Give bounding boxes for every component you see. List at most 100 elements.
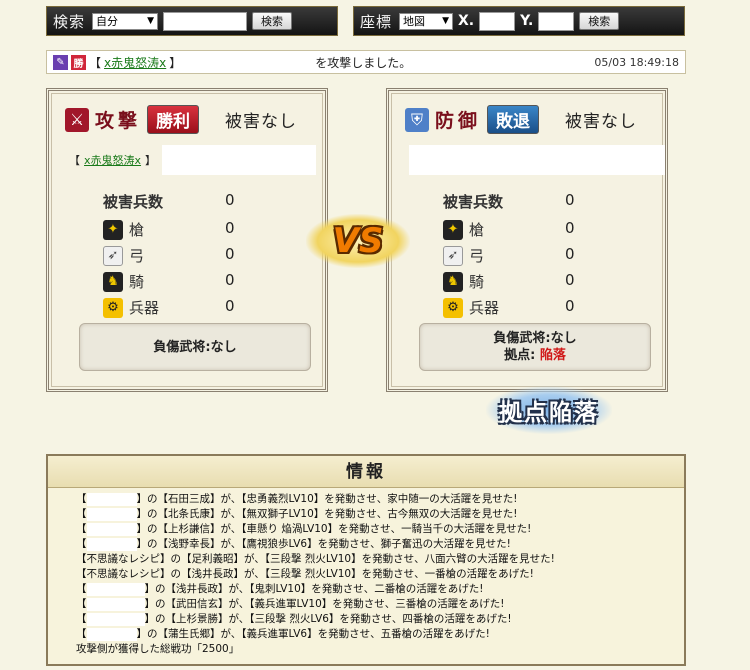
- chevron-down-icon: ▼: [147, 16, 155, 26]
- y-coordinate-input[interactable]: [538, 11, 575, 31]
- info-log-text: の【上杉景勝】が、【三段撃 烈火LV6】を発動させ、四番槍の活躍をあげた!: [155, 613, 512, 625]
- bracket-close: 】: [144, 598, 156, 610]
- crossed-swords-icon: ⚔: [65, 107, 89, 132]
- bracket-open: 【: [76, 493, 87, 505]
- unit-label: 弓: [129, 247, 145, 265]
- bracket-open: 【: [76, 583, 87, 595]
- siege-icon: ⚙: [103, 297, 123, 318]
- search-scope-value: 自分: [96, 15, 119, 28]
- bracket-open: 【: [76, 598, 87, 610]
- bracket-close: 】: [136, 523, 148, 535]
- defender-result-badge: 敗退: [487, 105, 540, 134]
- base-captured-stamp: 拠点陥落: [486, 386, 612, 434]
- unit-label: 弓: [469, 247, 485, 265]
- search-scope-select[interactable]: 自分 ▼: [92, 12, 159, 30]
- info-log-line: 【不思議なレシピ】の【浅井長政】が、【三段撃 烈火LV10】を発動させ、一番槍の…: [76, 567, 684, 582]
- info-log-line: 【 】の【石田三成】が、【忠勇義烈LV10】を発動させ、家中随一の大活躍を見せた!: [76, 492, 684, 507]
- attacker-damage-status: 被害なし: [225, 112, 298, 132]
- bracket-close: 】: [144, 613, 156, 625]
- x-coordinate-input[interactable]: [479, 11, 516, 31]
- info-log-line: 【不思議なレシピ】の【足利義昭】が、【三段撃 烈火LV10】を発動させ、八面六臂…: [76, 552, 684, 567]
- shield-icon: ⛨: [405, 107, 429, 132]
- info-player-name: [86, 492, 137, 506]
- attacker-name-link[interactable]: x赤鬼怒涛x: [84, 152, 141, 168]
- info-player-name: [86, 537, 137, 551]
- horse-icon: ♞: [103, 271, 123, 292]
- bracket-close: 】: [136, 628, 148, 640]
- info-log-text: の【浅野幸長】が、【鷹視狼歩LV6】を発動させ、獅子奮迅の大活躍を見せた!: [147, 538, 511, 550]
- info-player-name: [86, 612, 145, 626]
- info-log-line: 【 】の【蒲生氏郷】が、【義兵進軍LV6】を発動させ、五番槍の活躍をあげた!: [76, 627, 684, 642]
- info-log-text: の【武田信玄】が、【義兵進軍LV10】を発動させ、三番槍の活躍をあげた!: [155, 598, 505, 610]
- bracket-open: 【: [76, 553, 87, 565]
- info-log-line: 【 】の【上杉謙信】が、【車懸り 焔渦LV10】を発動させ、一騎当千の大活躍を見せ…: [76, 522, 684, 537]
- info-log-text: の【上杉謙信】が、【車懸り 焔渦LV10】を発動させ、一騎当千の大活躍を見せた!: [147, 523, 532, 535]
- coordinate-search-button[interactable]: 検索: [579, 12, 620, 30]
- unit-label: 槍: [469, 221, 485, 239]
- attacker-cavalry-row: ♞ 騎: [103, 271, 144, 292]
- bracket-close: 】: [160, 553, 171, 565]
- defender-cavalry-row: ♞ 騎: [443, 271, 484, 292]
- info-log-text: の【浅井長政】が、【三段撃 烈火LV10】を発動させ、一番槍の活躍をあげた!: [170, 568, 534, 580]
- info-log-text: の【蒲生氏郷】が、【義兵進軍LV6】を発動させ、五番槍の活躍をあげた!: [147, 628, 490, 640]
- unit-value: 0: [225, 245, 235, 263]
- base-status-row: 拠点: 陥落: [420, 347, 650, 364]
- info-player-name: [86, 582, 145, 596]
- siege-icon: ⚙: [443, 297, 463, 318]
- bracket-open: 【: [76, 538, 87, 550]
- bracket-open: 【: [69, 154, 80, 167]
- defender-spear-row: ✦ 槍: [443, 219, 484, 240]
- bracket-close: 】: [144, 583, 156, 595]
- attacker-result-badge: 勝利: [147, 105, 200, 134]
- spear-icon: ✦: [443, 219, 463, 240]
- base-label: 拠点:: [504, 348, 536, 363]
- y-label: Y.: [520, 13, 534, 29]
- defender-role: 防御: [435, 110, 482, 132]
- bracket-open: 【: [76, 628, 87, 640]
- attacker-panel: ⚔ 攻撃 勝利 被害なし 【 x赤鬼怒涛x 】 被害兵数 0 ✦ 槍 0 ➶ 弓…: [46, 88, 328, 392]
- bracket-open: 【: [76, 523, 87, 535]
- attacker-link[interactable]: x赤鬼怒涛x: [104, 54, 166, 71]
- unit-value: 0: [225, 219, 235, 237]
- coordinate-title: 座標: [360, 12, 393, 31]
- spear-icon: ✦: [103, 219, 123, 240]
- redacted-defender-detail: [409, 145, 665, 175]
- map-select[interactable]: 地図 ▼: [399, 12, 454, 30]
- bracket-open: 【: [76, 508, 87, 520]
- unit-label: 兵器: [129, 299, 160, 317]
- report-message: を攻撃しました。: [315, 55, 412, 70]
- bracket-close: 】: [145, 154, 157, 167]
- info-log-text: の【石田三成】が、【忠勇義烈LV10】を発動させ、家中随一の大活躍を見せた!: [147, 493, 518, 505]
- unit-value: 0: [565, 245, 575, 263]
- info-summary: 攻撃側が獲得した総戦功「2500」: [76, 643, 240, 655]
- redacted-target: [184, 53, 313, 71]
- bracket-open: 【: [89, 55, 102, 70]
- horse-icon: ♞: [443, 271, 463, 292]
- info-player-name: [86, 507, 137, 521]
- bow-icon: ➶: [103, 245, 123, 266]
- battle-info-panel: 情報 【】の【石田三成】が、【忠勇義烈LV10】を発動させ、家中随一の大活躍を見…: [46, 454, 686, 666]
- battle-report-header: ✎ 勝 【 x赤鬼怒涛x 】 を攻撃しました。 05/03 18:49:18: [46, 50, 686, 74]
- chevron-down-icon: ▼: [442, 16, 450, 26]
- info-player-name: [86, 597, 145, 611]
- attacker-siege-row: ⚙ 兵器: [103, 297, 159, 318]
- attacker-injured-officers: 負傷武将:なし: [79, 323, 311, 371]
- search-button[interactable]: 検索: [252, 12, 293, 30]
- defender-injured-officers: 負傷武将:なし 拠点: 陥落: [419, 323, 651, 371]
- info-log: 【】の【石田三成】が、【忠勇義烈LV10】を発動させ、家中随一の大活躍を見せた!…: [48, 488, 684, 657]
- info-log-text: の【北条氏康】が、【無双獅子LV10】を発動させ、古今無双の大活躍を見せた!: [147, 508, 518, 520]
- redacted-attacker-detail: [162, 145, 317, 175]
- coordinate-bar: 座標 地図 ▼ X. Y. 検索: [353, 6, 685, 36]
- search-input[interactable]: [163, 11, 248, 31]
- attack-tool-icon: ✎: [53, 54, 68, 70]
- info-log-text: の【足利義昭】が、【三段撃 烈火LV10】を発動させ、八面六臂の大活躍を見せた!: [170, 553, 555, 565]
- bracket-open: 【: [76, 568, 87, 580]
- defender-bow-row: ➶ 弓: [443, 245, 484, 266]
- win-badge: 勝: [71, 54, 86, 70]
- info-player-name: 不思議なレシピ: [86, 568, 161, 580]
- unit-label: 槍: [129, 221, 145, 239]
- bracket-close: 】: [160, 568, 171, 580]
- defender-lost-label: 被害兵数: [443, 193, 504, 211]
- info-title: 情報: [48, 456, 684, 488]
- defender-officer-text: 負傷武将:なし: [493, 331, 577, 346]
